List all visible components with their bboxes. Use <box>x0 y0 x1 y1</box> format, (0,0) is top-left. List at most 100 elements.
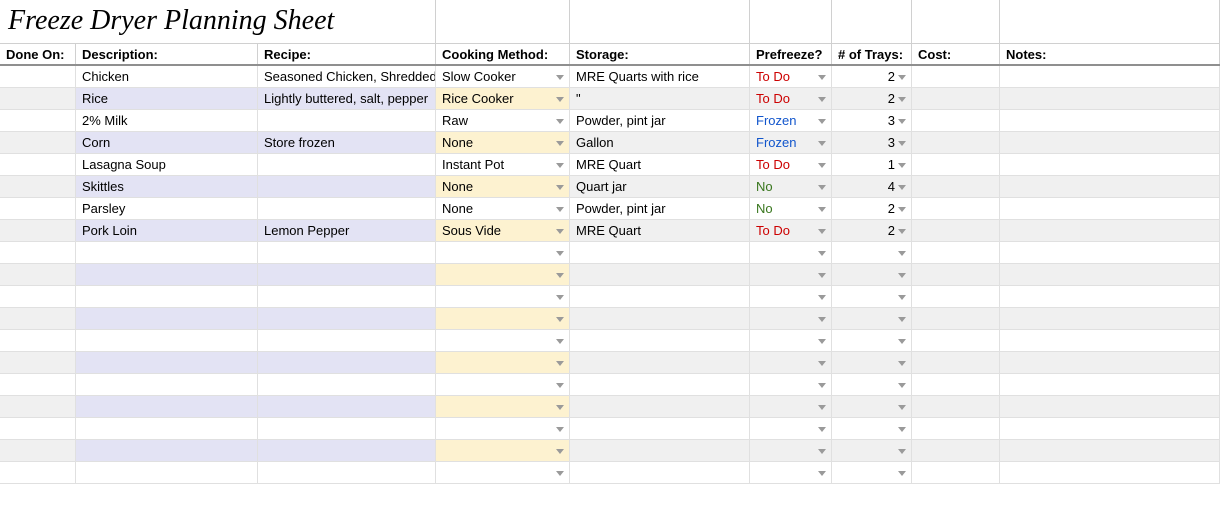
cell-recipe[interactable] <box>258 154 436 175</box>
cell-cost[interactable] <box>912 176 1000 197</box>
cell-storage[interactable]: Powder, pint jar <box>570 110 750 131</box>
cell-done[interactable] <box>0 198 76 219</box>
cell-storage[interactable] <box>570 330 750 351</box>
cell-storage[interactable]: Quart jar <box>570 176 750 197</box>
cell-description[interactable]: Lasagna Soup <box>76 154 258 175</box>
cell-prefreeze-dropdown[interactable] <box>750 462 832 483</box>
cell-description[interactable]: Corn <box>76 132 258 153</box>
cell-prefreeze-dropdown[interactable]: No <box>750 176 832 197</box>
header-cost[interactable]: Cost: <box>912 44 1000 64</box>
cell-trays-dropdown[interactable]: 4 <box>832 176 912 197</box>
cell-description[interactable]: Chicken <box>76 66 258 87</box>
cell-storage[interactable] <box>570 418 750 439</box>
cell-prefreeze-dropdown[interactable] <box>750 308 832 329</box>
cell-notes[interactable] <box>1000 330 1220 351</box>
cell-recipe[interactable] <box>258 198 436 219</box>
cell-description[interactable] <box>76 418 258 439</box>
cell-cost[interactable] <box>912 418 1000 439</box>
cell-notes[interactable] <box>1000 462 1220 483</box>
cell-done[interactable] <box>0 396 76 417</box>
cell-cooking-method-dropdown[interactable]: None <box>436 176 570 197</box>
cell-storage[interactable] <box>570 352 750 373</box>
cell-notes[interactable] <box>1000 154 1220 175</box>
cell-notes[interactable] <box>1000 132 1220 153</box>
cell-recipe[interactable] <box>258 176 436 197</box>
cell-cost[interactable] <box>912 330 1000 351</box>
cell-recipe[interactable] <box>258 264 436 285</box>
cell-trays-dropdown[interactable] <box>832 330 912 351</box>
cell-recipe[interactable] <box>258 110 436 131</box>
cell-cost[interactable] <box>912 308 1000 329</box>
cell-description[interactable] <box>76 396 258 417</box>
cell-notes[interactable] <box>1000 242 1220 263</box>
cell-description[interactable] <box>76 440 258 461</box>
cell-cooking-method-dropdown[interactable]: Raw <box>436 110 570 131</box>
cell-cost[interactable] <box>912 110 1000 131</box>
cell-storage[interactable] <box>570 286 750 307</box>
cell-prefreeze-dropdown[interactable]: Frozen <box>750 110 832 131</box>
cell-done[interactable] <box>0 88 76 109</box>
cell-done[interactable] <box>0 308 76 329</box>
cell-prefreeze-dropdown[interactable] <box>750 330 832 351</box>
header-store[interactable]: Storage: <box>570 44 750 64</box>
cell-prefreeze-dropdown[interactable] <box>750 418 832 439</box>
cell-done[interactable] <box>0 440 76 461</box>
sheet-title[interactable]: Freeze Dryer Planning Sheet <box>0 0 436 43</box>
cell-cooking-method-dropdown[interactable] <box>436 308 570 329</box>
cell-recipe[interactable] <box>258 440 436 461</box>
cell-done[interactable] <box>0 220 76 241</box>
cell-prefreeze-dropdown[interactable]: To Do <box>750 66 832 87</box>
cell-recipe[interactable]: Seasoned Chicken, Shredded <box>258 66 436 87</box>
cell-prefreeze-dropdown[interactable] <box>750 440 832 461</box>
cell-notes[interactable] <box>1000 352 1220 373</box>
cell-cost[interactable] <box>912 396 1000 417</box>
cell-recipe[interactable]: Lemon Pepper <box>258 220 436 241</box>
cell-notes[interactable] <box>1000 286 1220 307</box>
cell-cooking-method-dropdown[interactable]: Sous Vide <box>436 220 570 241</box>
cell-cost[interactable] <box>912 132 1000 153</box>
cell-cost[interactable] <box>912 198 1000 219</box>
cell-prefreeze-dropdown[interactable] <box>750 374 832 395</box>
cell-done[interactable] <box>0 462 76 483</box>
cell-notes[interactable] <box>1000 374 1220 395</box>
cell-storage[interactable] <box>570 308 750 329</box>
cell-done[interactable] <box>0 264 76 285</box>
cell-notes[interactable] <box>1000 176 1220 197</box>
cell-description[interactable] <box>76 352 258 373</box>
cell-trays-dropdown[interactable] <box>832 352 912 373</box>
cell-done[interactable] <box>0 418 76 439</box>
cell-trays-dropdown[interactable]: 2 <box>832 88 912 109</box>
cell-storage[interactable]: " <box>570 88 750 109</box>
cell-done[interactable] <box>0 154 76 175</box>
header-pre[interactable]: Prefreeze? <box>750 44 832 64</box>
header-cook[interactable]: Cooking Method: <box>436 44 570 64</box>
cell-prefreeze-dropdown[interactable] <box>750 242 832 263</box>
cell-cost[interactable] <box>912 88 1000 109</box>
cell-recipe[interactable] <box>258 462 436 483</box>
cell-notes[interactable] <box>1000 264 1220 285</box>
cell-cooking-method-dropdown[interactable]: Rice Cooker <box>436 88 570 109</box>
cell-storage[interactable]: MRE Quarts with rice <box>570 66 750 87</box>
cell-cooking-method-dropdown[interactable] <box>436 374 570 395</box>
cell-cooking-method-dropdown[interactable] <box>436 286 570 307</box>
cell-cooking-method-dropdown[interactable] <box>436 418 570 439</box>
cell-recipe[interactable] <box>258 330 436 351</box>
header-notes[interactable]: Notes: <box>1000 44 1220 64</box>
cell-description[interactable]: Parsley <box>76 198 258 219</box>
cell-done[interactable] <box>0 374 76 395</box>
cell-cost[interactable] <box>912 440 1000 461</box>
cell-recipe[interactable]: Store frozen <box>258 132 436 153</box>
cell-description[interactable]: Pork Loin <box>76 220 258 241</box>
cell-recipe[interactable] <box>258 396 436 417</box>
cell-description[interactable] <box>76 330 258 351</box>
cell-notes[interactable] <box>1000 440 1220 461</box>
cell-storage[interactable]: MRE Quart <box>570 220 750 241</box>
cell-prefreeze-dropdown[interactable] <box>750 352 832 373</box>
cell-done[interactable] <box>0 352 76 373</box>
cell-storage[interactable] <box>570 242 750 263</box>
cell-recipe[interactable] <box>258 418 436 439</box>
cell-prefreeze-dropdown[interactable]: No <box>750 198 832 219</box>
cell-cost[interactable] <box>912 374 1000 395</box>
cell-done[interactable] <box>0 242 76 263</box>
cell-prefreeze-dropdown[interactable]: To Do <box>750 220 832 241</box>
